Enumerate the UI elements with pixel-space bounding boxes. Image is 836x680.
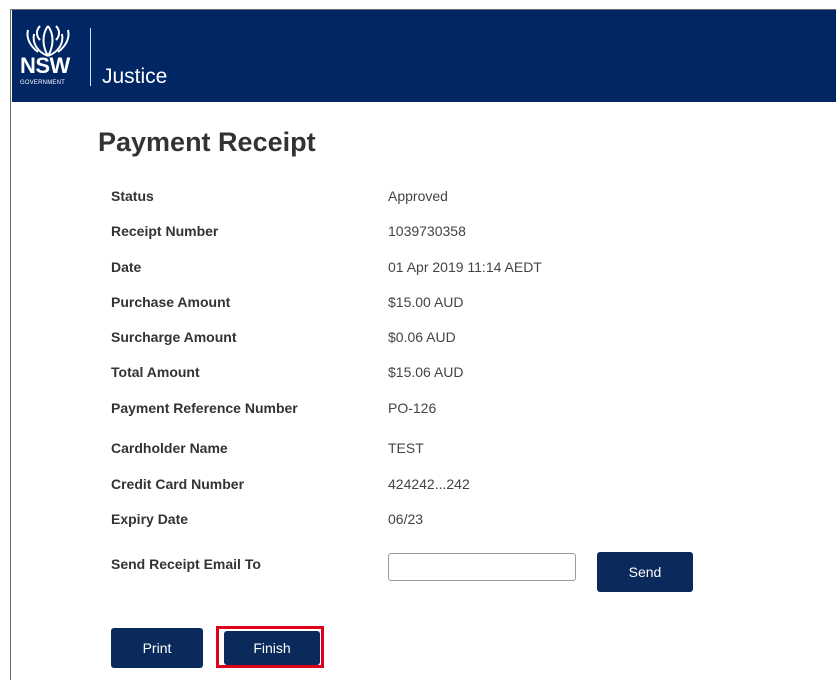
receipt-row-label: Total Amount [111,364,200,380]
receipt-row-value: 424242...242 [388,476,470,492]
receipt-row: Credit Card Number 424242...242 [111,475,671,495]
receipt-row-value: 06/23 [388,511,424,527]
nsw-government-logo[interactable]: NSW GOVERNMENT [20,22,92,94]
receipt-row-label: Credit Card Number [111,476,245,492]
receipt-row-value: $15.06 AUD [388,364,464,380]
receipt-row-value: TEST [388,440,424,456]
receipt-row: Expiry Date 06/23 [111,510,671,530]
receipt-row-label: Purchase Amount [111,294,231,310]
receipt-row: Purchase Amount $15.00 AUD [111,293,671,313]
receipt-row-label: Receipt Number [111,223,219,239]
header-divider [90,28,91,86]
receipt-row: Date 01 Apr 2019 11:14 AEDT [111,258,671,278]
receipt-row: Receipt Number 1039730358 [111,222,671,242]
print-button[interactable]: Print [111,628,203,668]
receipt-row-value: $15.00 AUD [388,294,464,310]
page-title: Payment Receipt [98,127,316,157]
receipt-row-value: 01 Apr 2019 11:14 AEDT [388,259,542,275]
receipt-row-label: Payment Reference Number [111,400,298,416]
receipt-row-label: Surcharge Amount [111,329,237,345]
receipt-row-value: PO-126 [388,400,437,416]
email-input[interactable] [388,553,576,581]
receipt-row: Cardholder Name TEST [111,439,671,459]
logo-nsw-text: NSW [20,53,70,78]
receipt-row: Payment Reference Number PO-126 [111,399,671,419]
email-label: Send Receipt Email To [111,556,261,572]
site-header: NSW GOVERNMENT Justice [12,10,836,102]
receipt-row-label: Status [111,188,154,204]
receipt-row-value: 1039730358 [388,223,466,239]
department-name: Justice [102,65,168,88]
send-button[interactable]: Send [597,552,693,592]
receipt-row-label: Cardholder Name [111,440,228,456]
receipt-row: Status Approved [111,187,671,207]
receipt-row: Total Amount $15.06 AUD [111,363,671,383]
receipt-row: Surcharge Amount $0.06 AUD [111,328,671,348]
receipt-row-value: $0.06 AUD [388,329,456,345]
finish-button[interactable]: Finish [224,631,320,665]
logo-government-text: GOVERNMENT [20,80,66,86]
receipt-row-value: Approved [388,188,448,204]
receipt-row-label: Date [111,259,142,275]
receipt-row-label: Expiry Date [111,511,189,527]
